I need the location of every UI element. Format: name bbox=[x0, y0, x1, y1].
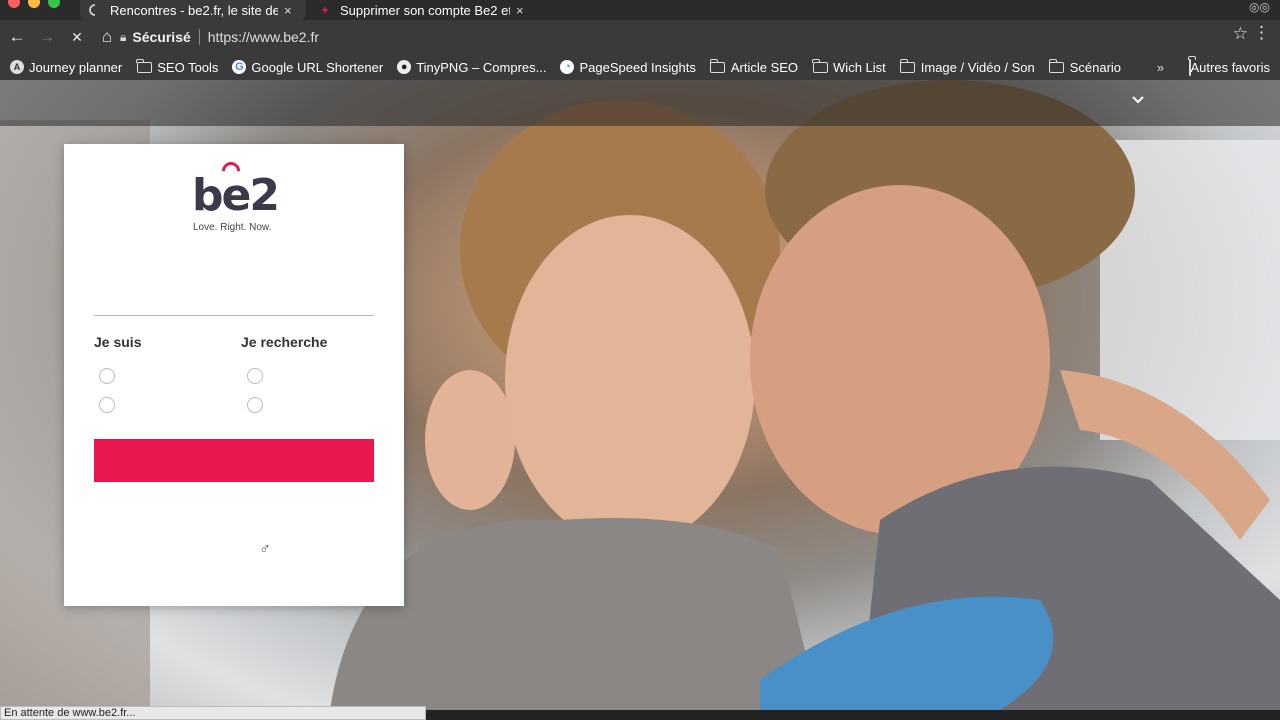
looking-for-radio-2[interactable] bbox=[247, 397, 263, 413]
folder-icon bbox=[899, 58, 916, 74]
profile-icon[interactable]: ◎◎ bbox=[1249, 0, 1270, 14]
tab-supprimer-compte[interactable]: ✦ Supprimer son compte Be2 et × bbox=[310, 0, 538, 20]
other-bookmarks-folder[interactable]: Autres favoris bbox=[1188, 58, 1270, 76]
loading-spinner-icon bbox=[88, 3, 102, 17]
signup-card: be2 Love. Right. Now. Je suis Je recherc… bbox=[64, 144, 404, 606]
runner-favicon-icon: ✦ bbox=[320, 4, 330, 17]
folder-icon bbox=[709, 58, 726, 74]
other-bookmarks-label: Autres favoris bbox=[1190, 59, 1270, 75]
bookmark-article-seo[interactable]: Article SEO bbox=[709, 58, 799, 75]
tab-strip: Rencontres - be2.fr, le site de × ✦ Supp… bbox=[0, 0, 1280, 20]
bookmark-label: Journey planner bbox=[29, 59, 123, 75]
tab-close-icon[interactable]: × bbox=[516, 3, 528, 18]
omnibox-divider bbox=[198, 29, 200, 45]
be2-logo: be2 Love. Right. Now. bbox=[192, 158, 282, 234]
bookmark-label: Wich List bbox=[833, 59, 886, 75]
folder-icon bbox=[1188, 58, 1191, 76]
i-am-label: Je suis bbox=[94, 334, 142, 350]
back-button[interactable]: ← bbox=[4, 24, 30, 50]
journey-icon: A bbox=[10, 60, 24, 74]
folder-icon bbox=[1048, 58, 1065, 74]
address-bar[interactable]: 🔒︎ Sécurisé https://www.be2.fr bbox=[120, 24, 1270, 50]
maximize-window-button[interactable] bbox=[48, 0, 60, 8]
status-bar: En attente de www.be2.fr... bbox=[0, 706, 426, 720]
chevron-down-icon[interactable] bbox=[1131, 92, 1145, 110]
tab-close-icon[interactable]: × bbox=[284, 3, 296, 18]
folder-icon bbox=[812, 58, 828, 74]
tab-title: Supprimer son compte Be2 et bbox=[340, 2, 510, 18]
bookmark-label: Article SEO bbox=[730, 59, 799, 75]
close-window-button[interactable] bbox=[8, 0, 20, 8]
bookmark-star-icon[interactable]: ☆ bbox=[1233, 24, 1248, 44]
browser-window: Rencontres - be2.fr, le site de × ✦ Supp… bbox=[0, 0, 1280, 720]
url-text[interactable]: https://www.be2.fr bbox=[208, 29, 319, 45]
looking-for-radio-1[interactable] bbox=[247, 368, 263, 384]
bookmark-label: Scénario bbox=[1069, 59, 1122, 75]
minimize-window-button[interactable] bbox=[28, 0, 40, 8]
panda-icon: ● bbox=[397, 60, 412, 74]
tagline: Love. Right. Now. bbox=[193, 222, 272, 233]
bookmark-label: TinyPNG – Compres... bbox=[416, 59, 547, 75]
divider bbox=[94, 315, 374, 316]
folder-icon bbox=[136, 58, 152, 74]
stop-button[interactable]: ✕ bbox=[64, 24, 90, 50]
male-symbol-icon: ♂ bbox=[259, 541, 271, 558]
pagespeed-icon: ◔ bbox=[560, 60, 575, 74]
bookmark-scenario[interactable]: Scénario bbox=[1048, 58, 1122, 75]
page-viewport: be2 Love. Right. Now. Je suis Je recherc… bbox=[0, 80, 1280, 710]
site-header-band bbox=[0, 80, 1280, 126]
lock-icon: 🔒︎ bbox=[120, 29, 127, 44]
browser-menu-icon[interactable]: ⋮ bbox=[1253, 23, 1270, 43]
bookmark-journey-planner[interactable]: A Journey planner bbox=[10, 60, 122, 75]
tab-be2[interactable]: Rencontres - be2.fr, le site de × bbox=[80, 0, 306, 20]
bookmark-pagespeed[interactable]: ◔ PageSpeed Insights bbox=[560, 59, 696, 75]
bookmark-label: SEO Tools bbox=[157, 59, 219, 75]
i-am-radio-1[interactable] bbox=[99, 368, 115, 384]
bookmark-label: PageSpeed Insights bbox=[579, 59, 696, 75]
bookmarks-bar: A Journey planner SEO Tools G Google URL… bbox=[0, 54, 1280, 80]
bookmark-image-video-son[interactable]: Image / Vidéo / Son bbox=[899, 58, 1035, 75]
bookmark-label: Google URL Shortener bbox=[251, 59, 384, 75]
bookmark-google-url-shortener[interactable]: G Google URL Shortener bbox=[232, 60, 383, 75]
bookmark-tinypng[interactable]: ● TinyPNG – Compres... bbox=[397, 60, 546, 75]
security-label: Sécurisé bbox=[132, 29, 191, 45]
bookmarks-overflow-button[interactable]: » bbox=[1157, 60, 1164, 75]
bookmark-seo-tools[interactable]: SEO Tools bbox=[136, 58, 219, 75]
bookmark-label: Image / Vidéo / Son bbox=[920, 59, 1035, 75]
browser-toolbar: ← → ✕ ⌂ 🔒︎ Sécurisé https://www.be2.fr ☆… bbox=[0, 20, 1280, 54]
tab-title: Rencontres - be2.fr, le site de bbox=[110, 2, 278, 18]
google-icon: G bbox=[232, 60, 247, 74]
looking-for-label: Je recherche bbox=[241, 334, 328, 350]
forward-button[interactable]: → bbox=[34, 24, 60, 50]
window-controls bbox=[8, 0, 60, 8]
signup-button[interactable] bbox=[94, 439, 374, 482]
bookmark-wich-list[interactable]: Wich List bbox=[812, 58, 886, 75]
i-am-radio-2[interactable] bbox=[99, 397, 115, 413]
home-button[interactable]: ⌂ bbox=[94, 24, 120, 50]
